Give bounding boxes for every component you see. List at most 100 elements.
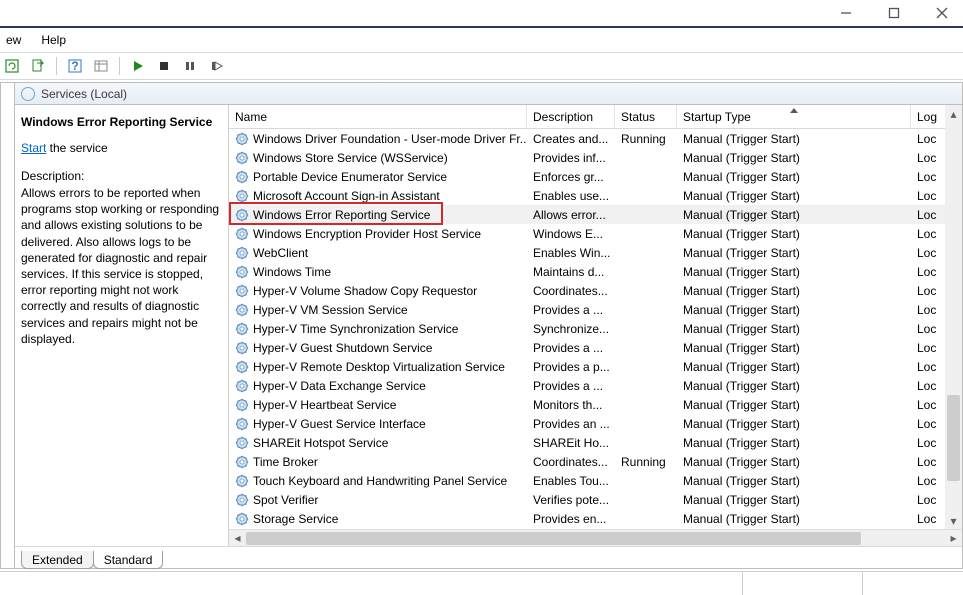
table-row[interactable]: Hyper-V Volume Shadow Copy RequestorCoor… — [229, 281, 962, 300]
service-startup: Manual (Trigger Start) — [677, 189, 911, 203]
service-description: Coordinates... — [527, 455, 615, 469]
table-row[interactable]: Windows Encryption Provider Host Service… — [229, 224, 962, 243]
table-row[interactable]: Windows Driver Foundation - User-mode Dr… — [229, 129, 962, 148]
gear-icon — [235, 455, 249, 469]
horizontal-scrollbar[interactable]: ◂ ▸ — [229, 529, 962, 546]
help-icon[interactable]: ? — [65, 56, 85, 76]
tab-standard[interactable]: Standard — [93, 551, 164, 569]
scroll-right-icon[interactable]: ▸ — [945, 530, 962, 547]
gear-icon — [235, 512, 249, 526]
service-name: Windows Driver Foundation - User-mode Dr… — [253, 132, 527, 146]
table-row[interactable]: Touch Keyboard and Handwriting Panel Ser… — [229, 471, 962, 490]
properties-icon[interactable] — [91, 56, 111, 76]
table-row[interactable]: Windows TimeMaintains d...Manual (Trigge… — [229, 262, 962, 281]
service-description: Allows error... — [527, 208, 615, 222]
service-startup: Manual (Trigger Start) — [677, 493, 911, 507]
hscroll-track[interactable] — [246, 530, 945, 547]
col-status[interactable]: Status — [615, 105, 677, 128]
service-startup: Manual (Trigger Start) — [677, 246, 911, 260]
window-titlebar — [0, 0, 963, 28]
table-row[interactable]: Windows Error Reporting ServiceAllows er… — [229, 205, 962, 224]
status-seg-1 — [0, 572, 743, 595]
service-startup: Manual (Trigger Start) — [677, 132, 911, 146]
hscroll-thumb[interactable] — [246, 532, 861, 545]
toolbar-separator — [56, 57, 57, 75]
pause-icon[interactable] — [180, 56, 200, 76]
stop-icon[interactable] — [154, 56, 174, 76]
service-name: Microsoft Account Sign-in Assistant — [253, 189, 440, 203]
menu-help[interactable]: Help — [37, 31, 70, 49]
service-startup: Manual (Trigger Start) — [677, 151, 911, 165]
service-description: Enables Win... — [527, 246, 615, 260]
start-icon[interactable] — [128, 56, 148, 76]
table-row[interactable]: Hyper-V VM Session ServiceProvides a ...… — [229, 300, 962, 319]
table-row[interactable]: WebClientEnables Win...Manual (Trigger S… — [229, 243, 962, 262]
table-row[interactable]: Hyper-V Data Exchange ServiceProvides a … — [229, 376, 962, 395]
refresh-icon[interactable] — [2, 56, 22, 76]
scroll-up-icon[interactable]: ▴ — [945, 105, 962, 122]
service-name: Hyper-V Remote Desktop Virtualization Se… — [253, 360, 505, 374]
service-status: Running — [615, 132, 677, 146]
service-description: Windows E... — [527, 227, 615, 241]
service-startup: Manual (Trigger Start) — [677, 455, 911, 469]
table-row[interactable]: Spot VerifierVerifies pote...Manual (Tri… — [229, 490, 962, 509]
service-name: Hyper-V Guest Service Interface — [253, 417, 426, 431]
status-bar — [0, 571, 963, 595]
table-row[interactable]: Hyper-V Heartbeat ServiceMonitors th...M… — [229, 395, 962, 414]
vertical-scrollbar[interactable]: ▴ ▾ — [945, 105, 962, 529]
scroll-down-icon[interactable]: ▾ — [945, 512, 962, 529]
export-icon[interactable] — [28, 56, 48, 76]
gear-icon — [235, 151, 249, 165]
service-description: Enables Tou... — [527, 474, 615, 488]
service-startup: Manual (Trigger Start) — [677, 341, 911, 355]
nav-icon — [21, 87, 35, 101]
col-startup-type[interactable]: Startup Type — [677, 105, 911, 128]
menu-view[interactable]: ew — [2, 31, 25, 49]
service-description: Provides an ... — [527, 417, 615, 431]
table-row[interactable]: SHAREit Hotspot ServiceSHAREit Ho...Manu… — [229, 433, 962, 452]
minimize-button[interactable] — [833, 3, 859, 23]
service-name: Portable Device Enumerator Service — [253, 170, 447, 184]
tab-extended[interactable]: Extended — [21, 551, 94, 569]
service-description: SHAREit Ho... — [527, 436, 615, 450]
close-button[interactable] — [929, 3, 955, 23]
gear-icon — [235, 132, 249, 146]
service-startup: Manual (Trigger Start) — [677, 474, 911, 488]
table-row[interactable]: Microsoft Account Sign-in Assistant Enabl… — [229, 186, 962, 205]
table-row[interactable]: Hyper-V Guest Shutdown ServiceProvides a… — [229, 338, 962, 357]
scroll-left-icon[interactable]: ◂ — [229, 530, 246, 547]
col-name[interactable]: Name — [229, 105, 527, 128]
maximize-button[interactable] — [881, 3, 907, 23]
service-name: Hyper-V Heartbeat Service — [253, 398, 396, 412]
service-name: Hyper-V VM Session Service — [253, 303, 408, 317]
service-name: Storage Service — [253, 512, 338, 526]
service-name: Windows Encryption Provider Host Service — [253, 227, 481, 241]
service-name: Hyper-V Volume Shadow Copy Requestor — [253, 284, 477, 298]
service-description: Provides a ... — [527, 379, 615, 393]
table-row[interactable]: Hyper-V Time Synchronization ServiceSync… — [229, 319, 962, 338]
gear-icon — [235, 398, 249, 412]
service-description: Synchronize... — [527, 322, 615, 336]
table-row[interactable]: Windows Store Service (WSService)Provide… — [229, 148, 962, 167]
table-row[interactable]: Hyper-V Guest Service Interface Provides … — [229, 414, 962, 433]
service-description: Verifies pote... — [527, 493, 615, 507]
gear-icon — [235, 265, 249, 279]
service-description: Enables use... — [527, 189, 615, 203]
gear-icon — [235, 341, 249, 355]
tree-pane-collapsed[interactable] — [0, 82, 14, 569]
restart-icon[interactable] — [206, 56, 226, 76]
service-status: Running — [615, 455, 677, 469]
service-description: Enforces gr... — [527, 170, 615, 184]
gear-icon — [235, 417, 249, 431]
service-startup: Manual (Trigger Start) — [677, 227, 911, 241]
gear-icon — [235, 284, 249, 298]
col-description[interactable]: Description — [527, 105, 615, 128]
service-description: Provides inf... — [527, 151, 615, 165]
start-service-link[interactable]: Start — [21, 141, 46, 155]
vscroll-track[interactable] — [945, 122, 962, 512]
table-row[interactable]: Time BrokerCoordinates...RunningManual (… — [229, 452, 962, 471]
table-row[interactable]: Portable Device Enumerator Service Enforc… — [229, 167, 962, 186]
vscroll-thumb[interactable] — [947, 395, 960, 481]
table-row[interactable]: Hyper-V Remote Desktop Virtualization Se… — [229, 357, 962, 376]
table-row[interactable]: Storage ServiceProvides en...Manual (Tri… — [229, 509, 962, 528]
